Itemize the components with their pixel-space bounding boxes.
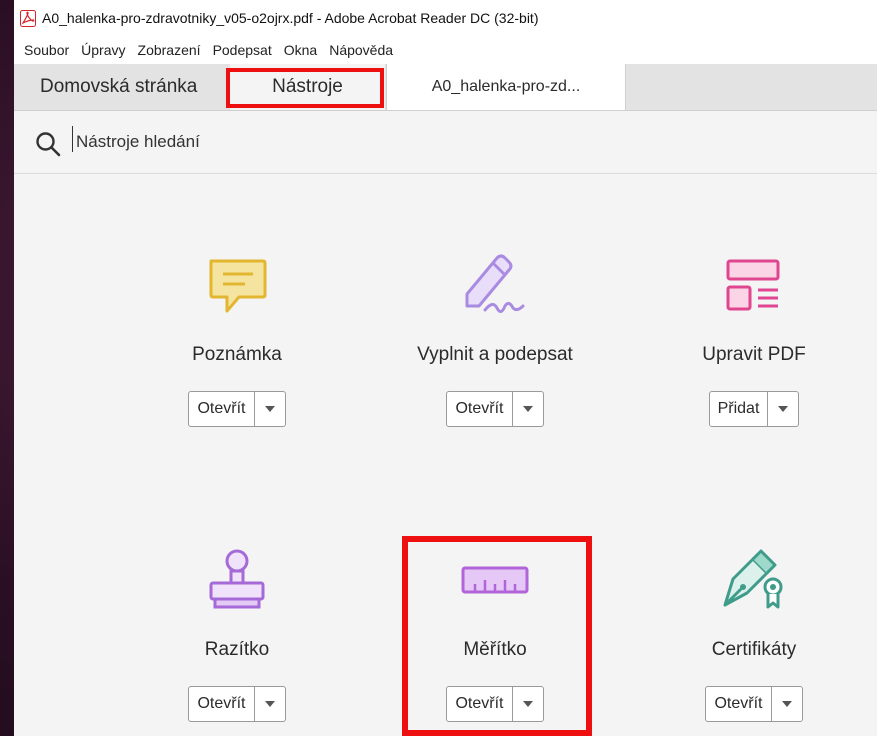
tool-card-fill-sign: Vyplnit a podepsat Otevřít <box>385 250 605 427</box>
tab-tools[interactable]: Nástroje <box>230 64 385 110</box>
tool-split-button: Otevřít <box>446 686 544 722</box>
open-button[interactable]: Otevřít <box>447 392 513 426</box>
dropdown-button[interactable] <box>255 687 285 721</box>
dropdown-button[interactable] <box>513 392 543 426</box>
add-button[interactable]: Přidat <box>710 392 769 426</box>
text-cursor <box>72 126 73 152</box>
tool-search-input[interactable] <box>76 127 476 157</box>
tool-split-button: Otevřít <box>705 686 803 722</box>
stamp-icon[interactable] <box>205 547 269 613</box>
tool-card-edit-pdf: Upravit PDF Přidat <box>644 250 864 427</box>
menu-bar: Soubor Úpravy Zobrazení Podepsat Okna Ná… <box>14 36 877 64</box>
tool-split-button: Otevřít <box>446 391 544 427</box>
tab-document[interactable]: A0_halenka-pro-zd... <box>386 64 626 110</box>
tool-split-button: Přidat <box>708 391 800 427</box>
caret-down-icon <box>781 701 792 707</box>
caret-down-icon <box>264 406 275 412</box>
certificate-icon[interactable] <box>719 547 789 613</box>
menu-soubor[interactable]: Soubor <box>24 42 69 58</box>
search-icon <box>36 132 61 157</box>
caret-down-icon <box>264 701 275 707</box>
open-button[interactable]: Otevřít <box>706 687 772 721</box>
menu-upravy[interactable]: Úpravy <box>81 42 125 58</box>
tool-card-measure: Měřítko Otevřít <box>385 545 605 722</box>
tool-card-stamp: Razítko Otevřít <box>127 545 347 722</box>
dropdown-button[interactable] <box>768 392 798 426</box>
tool-split-button: Otevřít <box>188 686 286 722</box>
open-button[interactable]: Otevřít <box>189 392 255 426</box>
tool-name: Upravit PDF <box>702 344 806 365</box>
menu-okna[interactable]: Okna <box>284 42 317 58</box>
menu-zobrazeni[interactable]: Zobrazení <box>138 42 201 58</box>
tool-split-button: Otevřít <box>188 391 286 427</box>
pdf-file-icon <box>20 9 36 27</box>
window-title: A0_halenka-pro-zdravotniky_v05-o2ojrx.pd… <box>42 10 539 26</box>
open-button[interactable]: Otevřít <box>189 687 255 721</box>
title-bar: A0_halenka-pro-zdravotniky_v05-o2ojrx.pd… <box>14 0 877 36</box>
tool-card-comment: Poznámka Otevřít <box>127 250 347 427</box>
fill-sign-icon[interactable] <box>459 250 531 320</box>
tool-name: Certifikáty <box>711 639 797 660</box>
acrobat-window: A0_halenka-pro-zdravotniky_v05-o2ojrx.pd… <box>14 0 877 736</box>
caret-down-icon <box>522 701 533 707</box>
tool-name: Razítko <box>204 639 270 660</box>
dropdown-button[interactable] <box>772 687 802 721</box>
tool-card-certificates: Certifikáty Otevřít <box>644 545 864 722</box>
tool-name: Poznámka <box>192 344 282 365</box>
caret-down-icon <box>778 406 789 412</box>
menu-podepsat[interactable]: Podepsat <box>213 42 272 58</box>
tool-name: Měřítko <box>463 639 527 660</box>
caret-down-icon <box>522 406 533 412</box>
tab-bar: Domovská stránka Nástroje A0_halenka-pro… <box>14 64 877 111</box>
dropdown-button[interactable] <box>255 392 285 426</box>
open-button[interactable]: Otevřít <box>447 687 513 721</box>
edit-pdf-icon[interactable] <box>724 255 784 315</box>
dropdown-button[interactable] <box>513 687 543 721</box>
menu-napoveda[interactable]: Nápověda <box>329 42 393 58</box>
tool-search-bar <box>14 111 877 174</box>
comment-icon[interactable] <box>205 253 269 317</box>
tool-name: Vyplnit a podepsat <box>417 344 573 365</box>
ruler-icon[interactable] <box>460 560 530 600</box>
tab-home[interactable]: Domovská stránka <box>40 64 197 110</box>
